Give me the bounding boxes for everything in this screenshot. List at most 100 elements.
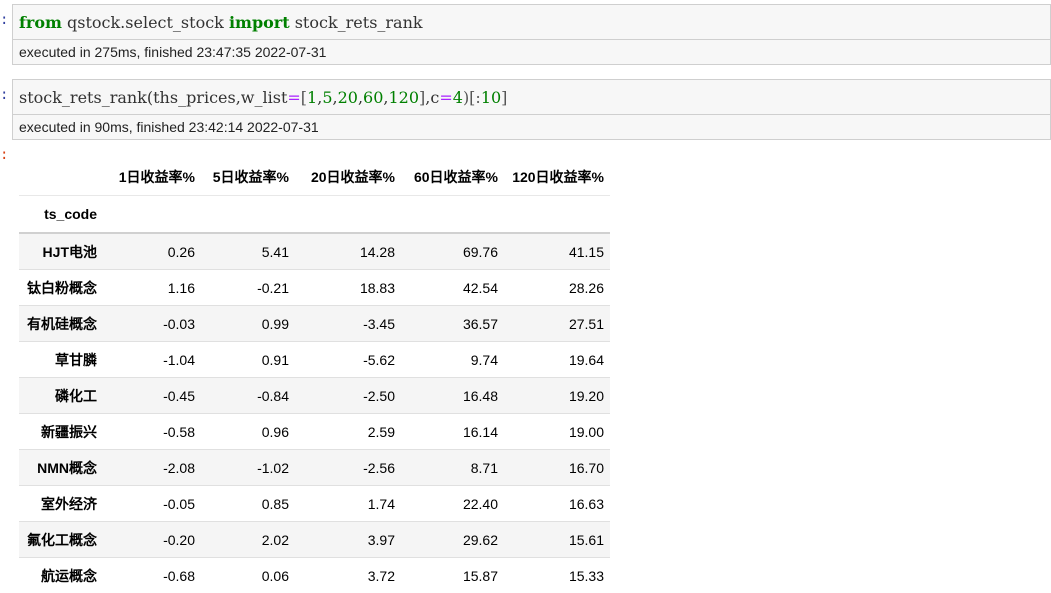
table-body: HJT电池0.265.4114.2869.7641.15钛白粉概念1.16-0.…	[19, 233, 610, 593]
table-cell: -5.62	[295, 342, 401, 378]
table-cell: -0.05	[109, 486, 201, 522]
code-token: from	[19, 13, 62, 32]
table-cell: 3.97	[295, 522, 401, 558]
code-token: ]	[501, 88, 507, 107]
table-cell: 19.20	[504, 378, 610, 414]
dataframe-output: 1日收益率% 5日收益率% 20日收益率% 60日收益率% 120日收益率% t…	[19, 158, 610, 593]
index-name-row: ts_code	[19, 196, 610, 234]
code-token: 120	[389, 88, 420, 107]
table-cell: 22.40	[401, 486, 504, 522]
table-row: 钛白粉概念1.16-0.2118.8342.5428.26	[19, 270, 610, 306]
table-row: 氟化工概念-0.202.023.9729.6215.61	[19, 522, 610, 558]
table-cell: 15.61	[504, 522, 610, 558]
table-row: NMN概念-2.08-1.02-2.568.7116.70	[19, 450, 610, 486]
table-cell: 5.41	[201, 233, 295, 270]
table-cell: 16.48	[401, 378, 504, 414]
code-token: stock_rets_rank(ths_prices,w_list	[19, 88, 287, 107]
row-index-label: 新疆振兴	[19, 414, 109, 450]
table-cell: -0.21	[201, 270, 295, 306]
table-cell: -0.45	[109, 378, 201, 414]
table-cell: 28.26	[504, 270, 610, 306]
table-cell: 42.54	[401, 270, 504, 306]
table-cell: -0.68	[109, 558, 201, 593]
code-token: 1	[307, 88, 317, 107]
table-cell: 0.85	[201, 486, 295, 522]
code-token: =	[287, 88, 300, 107]
code-token: 5	[322, 88, 332, 107]
table-cell: 19.00	[504, 414, 610, 450]
column-header: 5日收益率%	[201, 158, 295, 196]
table-cell: 1.16	[109, 270, 201, 306]
table-cell: 18.83	[295, 270, 401, 306]
table-row: HJT电池0.265.4114.2869.7641.15	[19, 233, 610, 270]
cell1-exec-info: executed in 275ms, finished 23:47:35 202…	[13, 39, 1050, 64]
table-cell: 16.63	[504, 486, 610, 522]
table-cell: 41.15	[504, 233, 610, 270]
table-cell: 1.74	[295, 486, 401, 522]
table-cell: -2.50	[295, 378, 401, 414]
column-header: 120日收益率%	[504, 158, 610, 196]
table-cell: 29.62	[401, 522, 504, 558]
table-cell: 0.06	[201, 558, 295, 593]
table-row: 草甘膦-1.040.91-5.629.7419.64	[19, 342, 610, 378]
corner-cell	[19, 158, 109, 196]
code-token: 10	[481, 88, 501, 107]
table-cell: -1.02	[201, 450, 295, 486]
table-cell: -1.04	[109, 342, 201, 378]
column-header: 20日收益率%	[295, 158, 401, 196]
table-cell: 15.87	[401, 558, 504, 593]
row-index-label: NMN概念	[19, 450, 109, 486]
table-cell: 2.02	[201, 522, 295, 558]
cell1-code-line[interactable]: from qstock.select_stock import stock_re…	[13, 5, 1050, 39]
table-cell: 15.33	[504, 558, 610, 593]
row-index-label: 磷化工	[19, 378, 109, 414]
column-header-row: 1日收益率% 5日收益率% 20日收益率% 60日收益率% 120日收益率%	[19, 158, 610, 196]
table-cell: 0.26	[109, 233, 201, 270]
output-prompt: :	[0, 147, 8, 163]
table-cell: 0.91	[201, 342, 295, 378]
row-index-label: HJT电池	[19, 233, 109, 270]
table-row: 室外经济-0.050.851.7422.4016.63	[19, 486, 610, 522]
row-index-label: 钛白粉概念	[19, 270, 109, 306]
table-cell: -2.56	[295, 450, 401, 486]
code-token: 20	[338, 88, 358, 107]
row-index-label: 草甘膦	[19, 342, 109, 378]
table-cell: 19.64	[504, 342, 610, 378]
table-cell: 27.51	[504, 306, 610, 342]
table-row: 新疆振兴-0.580.962.5916.1419.00	[19, 414, 610, 450]
row-index-label: 室外经济	[19, 486, 109, 522]
row-index-label: 有机硅概念	[19, 306, 109, 342]
index-name: ts_code	[19, 196, 109, 234]
code-token: import	[229, 13, 290, 32]
cell2-code-line[interactable]: stock_rets_rank(ths_prices,w_list=[1,5,2…	[13, 80, 1050, 114]
table-row: 航运概念-0.680.063.7215.8715.33	[19, 558, 610, 593]
table-cell: -2.08	[109, 450, 201, 486]
table-cell: -0.84	[201, 378, 295, 414]
cell1-input[interactable]: from qstock.select_stock import stock_re…	[12, 4, 1051, 65]
table-cell: -0.03	[109, 306, 201, 342]
table-cell: 14.28	[295, 233, 401, 270]
table-cell: 3.72	[295, 558, 401, 593]
table-cell: 16.70	[504, 450, 610, 486]
column-header: 1日收益率%	[109, 158, 201, 196]
code-token: qstock.select_stock	[62, 13, 229, 32]
table-cell: 2.59	[295, 414, 401, 450]
row-index-label: 航运概念	[19, 558, 109, 593]
code-token: =	[439, 88, 452, 107]
cell2-prompt: :	[0, 87, 8, 103]
row-index-label: 氟化工概念	[19, 522, 109, 558]
table-cell: 9.74	[401, 342, 504, 378]
code-token: )[:	[463, 88, 481, 107]
cell2-input[interactable]: stock_rets_rank(ths_prices,w_list=[1,5,2…	[12, 79, 1051, 140]
table-cell: 8.71	[401, 450, 504, 486]
table-cell: -0.58	[109, 414, 201, 450]
column-header: 60日收益率%	[401, 158, 504, 196]
code-token: ,c	[425, 88, 439, 107]
table-cell: -3.45	[295, 306, 401, 342]
code-token: 60	[363, 88, 383, 107]
table-cell: -0.20	[109, 522, 201, 558]
cell2-exec-info: executed in 90ms, finished 23:42:14 2022…	[13, 114, 1050, 139]
table-cell: 0.99	[201, 306, 295, 342]
table-cell: 16.14	[401, 414, 504, 450]
code-token: 4	[453, 88, 463, 107]
